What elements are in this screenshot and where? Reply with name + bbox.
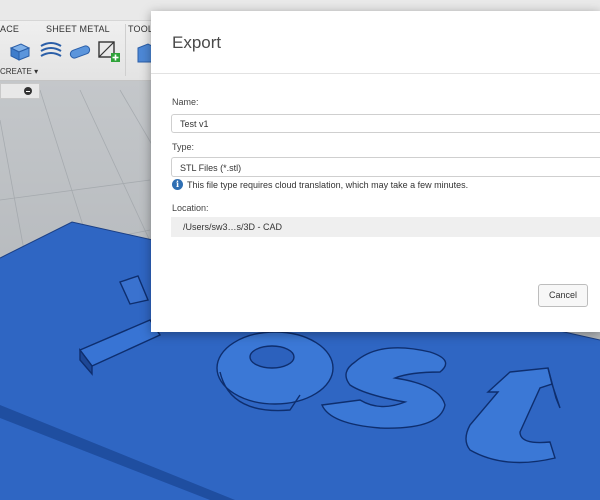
create-menu[interactable]: CREATE ▾ — [0, 67, 38, 76]
sketch-plus-icon[interactable] — [96, 38, 122, 64]
extrude-icon[interactable] — [7, 38, 33, 64]
visibility-toggle-icon[interactable] — [24, 87, 32, 95]
info-icon: i — [172, 179, 183, 191]
pipe-icon[interactable] — [67, 38, 93, 64]
dialog-divider — [151, 73, 600, 74]
export-dialog: Export Name: Test v1 Type: STL Files (*.… — [151, 11, 600, 332]
browser-node[interactable] — [0, 83, 40, 99]
tab-surface[interactable]: ACE — [0, 24, 19, 34]
info-message: i This file type requires cloud translati… — [172, 179, 468, 191]
info-text: This file type requires cloud translatio… — [187, 179, 469, 190]
toolbar-separator — [125, 24, 126, 76]
coil-icon[interactable] — [38, 38, 64, 64]
tab-sheet-metal[interactable]: SHEET METAL — [46, 24, 110, 34]
type-label: Type: — [172, 142, 195, 152]
dialog-title: Export — [172, 33, 222, 52]
type-select[interactable]: STL Files (*.stl) — [171, 157, 600, 177]
cancel-button[interactable]: Cancel — [538, 284, 588, 307]
location-label: Location: — [172, 203, 209, 213]
location-field[interactable]: /Users/sw3…s/3D - CAD — [171, 217, 600, 237]
name-label: Name: — [172, 97, 199, 107]
name-input[interactable]: Test v1 — [171, 114, 600, 133]
